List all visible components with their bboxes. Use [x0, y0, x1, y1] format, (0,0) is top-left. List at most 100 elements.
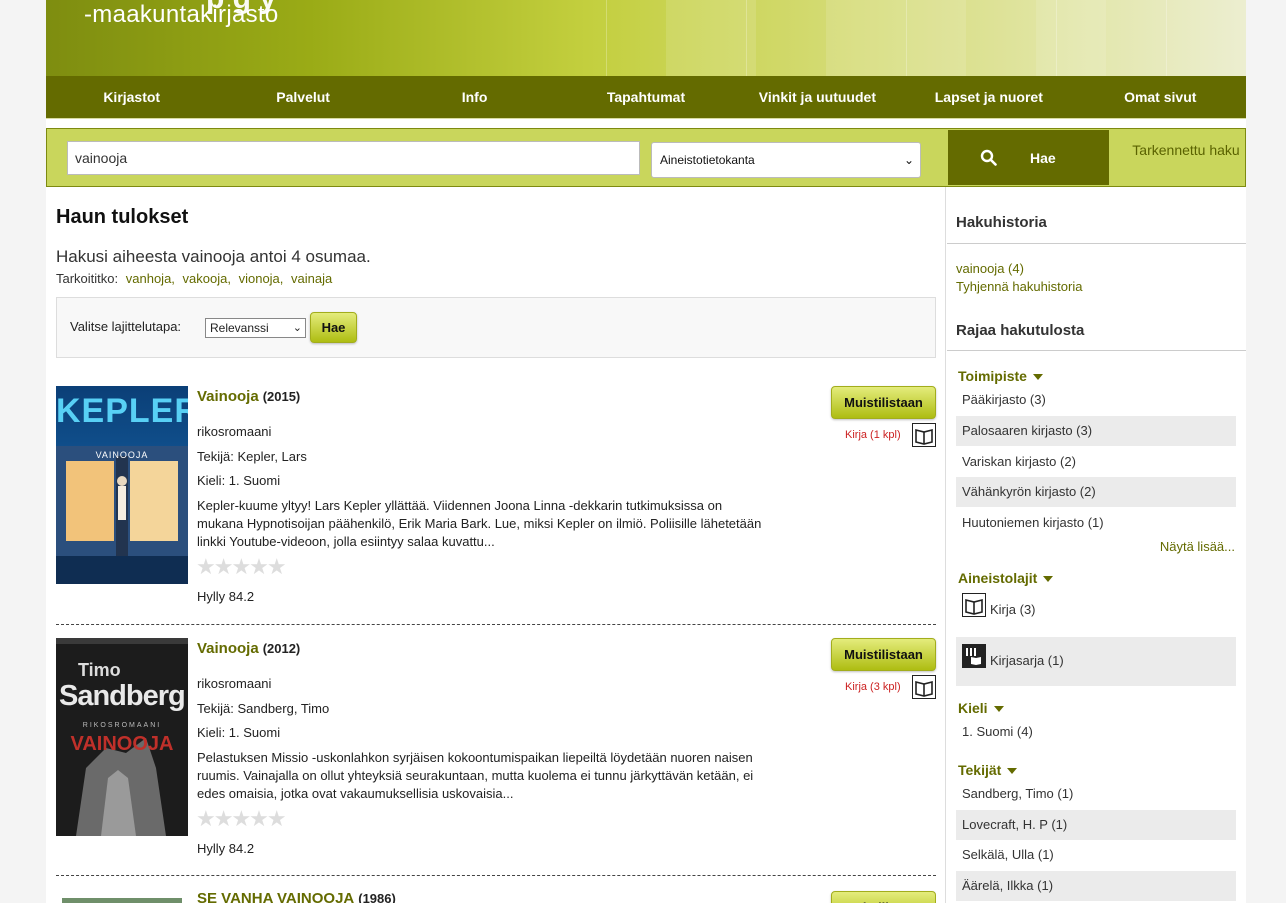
facet-toimipiste[interactable]: Toimipiste: [958, 368, 1043, 384]
suggestion-link[interactable]: vionoja,: [239, 271, 284, 286]
facet-title: Kieli: [958, 700, 988, 716]
facet-option[interactable]: Lovecraft, H. P (1): [956, 810, 1236, 840]
nav-vinkit[interactable]: Vinkit ja uutuudet: [732, 76, 903, 118]
did-you-mean-label: Tarkoititko:: [56, 271, 119, 286]
results-column: Haun tulokset Hakusi aiheesta vainooja a…: [46, 187, 946, 903]
search-button[interactable]: Hae: [948, 130, 1109, 185]
suggestion-link[interactable]: vakooja,: [183, 271, 231, 286]
nav-lapset-nuoret[interactable]: Lapset ja nuoret: [903, 76, 1074, 118]
show-more-link[interactable]: Näytä lisää...: [1160, 539, 1235, 554]
facet-tekijat[interactable]: Tekijät: [958, 762, 1018, 778]
facet-option[interactable]: Kirjasarja (1): [956, 637, 1236, 686]
sort-select[interactable]: Relevanssi ⌄: [205, 318, 306, 338]
result-title: Vainooja (2015): [197, 388, 300, 405]
site-banner: p g y -maakuntakirjasto: [46, 0, 1246, 76]
suggestion-link[interactable]: vainaja: [291, 271, 332, 286]
suggestion-link[interactable]: vanhoja,: [126, 271, 175, 286]
result-title-link[interactable]: SE VANHA VAINOOJA: [197, 890, 354, 903]
rating-stars[interactable]: ★★★★★: [196, 554, 287, 580]
facet-option[interactable]: Selkälä, Ulla (1): [956, 840, 1236, 870]
result-item: KEPLER VAINOOJA Vainooja (2015) rikosroma…: [56, 386, 936, 611]
result-author: Tekijä: Kepler, Lars: [197, 449, 307, 464]
facet-title: Aineistolajit: [958, 570, 1038, 586]
facet-option[interactable]: Kirja (3): [956, 591, 1236, 629]
page: p g y -maakuntakirjasto Kirjastot Palvel…: [46, 0, 1246, 903]
result-item: Timo Sandberg RIKOSROMAANI VAINOOJA Vain…: [56, 638, 936, 863]
caret-down-icon: [1007, 768, 1018, 775]
clear-history-link[interactable]: Tyhjennä hakuhistoria: [956, 279, 1082, 294]
nav-palvelut[interactable]: Palvelut: [217, 76, 388, 118]
book-cover[interactable]: KEPLER VAINOOJA: [56, 386, 188, 584]
cover-author-first: Timo: [78, 660, 121, 680]
result-language: Kieli: 1. Suomi: [197, 473, 281, 488]
sidebar: Hakuhistoria vainooja (4) Tyhjennä hakuh…: [947, 187, 1246, 903]
availability-link[interactable]: Kirja (3 kpl): [845, 681, 901, 693]
result-genre: rikosromaani: [197, 676, 272, 691]
cover-author: KEPLER: [56, 392, 188, 430]
cover-author-last: Sandberg: [59, 680, 186, 712]
cover-title: VAINOOJA: [70, 733, 174, 755]
result-language: Kieli: 1. Suomi: [197, 725, 281, 740]
caret-down-icon: [993, 706, 1004, 713]
add-to-list-button[interactable]: Muistilistaan: [831, 891, 936, 903]
caret-down-icon: [1032, 374, 1043, 381]
result-shelf: Hylly 84.2: [197, 841, 255, 856]
sort-button[interactable]: Hae: [310, 312, 357, 343]
facet-option-label: Kirja (3): [990, 602, 1036, 617]
result-title: Vainooja (2012): [197, 640, 300, 657]
result-title-link[interactable]: Vainooja: [197, 640, 259, 657]
result-genre: rikosromaani: [197, 424, 272, 439]
refine-heading: Rajaa hakutulosta: [956, 322, 1085, 339]
search-icon: [980, 149, 997, 166]
main-nav: Kirjastot Palvelut Info Tapahtumat Vinki…: [46, 76, 1246, 119]
rating-stars[interactable]: ★★★★★: [196, 806, 287, 832]
book-icon: [962, 593, 986, 617]
book-cover[interactable]: [56, 890, 188, 903]
page-title: Haun tulokset: [56, 206, 189, 228]
facet-option[interactable]: Äärelä, Ilkka (1): [956, 871, 1236, 901]
book-cover[interactable]: Timo Sandberg RIKOSROMAANI VAINOOJA: [56, 638, 188, 836]
result-year: (1986): [358, 891, 396, 903]
sidebar-divider: [947, 243, 1246, 244]
facet-option[interactable]: Huutoniemen kirjasto (1): [956, 508, 1236, 538]
book-icon: [912, 423, 936, 447]
database-select[interactable]: Aineistotietokanta ⌄: [651, 142, 921, 178]
book-series-icon: [962, 644, 986, 668]
facet-option[interactable]: Pääkirjasto (3): [956, 385, 1236, 415]
advanced-search-link[interactable]: Tarkennettu haku: [1119, 141, 1253, 159]
availability-link[interactable]: Kirja (1 kpl): [845, 429, 901, 441]
caret-down-icon: [1043, 576, 1054, 583]
did-you-mean: Tarkoititko: vanhoja, vakooja, vionoja, …: [56, 271, 332, 286]
facet-aineistolajit[interactable]: Aineistolajit: [958, 570, 1054, 586]
sort-select-value: Relevanssi: [210, 321, 269, 335]
history-heading: Hakuhistoria: [956, 214, 1047, 231]
add-to-list-button[interactable]: Muistilistaan: [831, 386, 936, 419]
nav-info[interactable]: Info: [389, 76, 560, 118]
add-to-list-button[interactable]: Muistilistaan: [831, 638, 936, 671]
facet-option[interactable]: Vähänkyrön kirjasto (2): [956, 477, 1236, 507]
result-title-link[interactable]: Vainooja: [197, 388, 259, 405]
facet-option-label: Kirjasarja (1): [990, 653, 1064, 668]
history-item-link[interactable]: vainooja (4): [956, 261, 1024, 276]
sidebar-divider: [947, 350, 1246, 351]
search-input[interactable]: vainooja: [67, 141, 640, 175]
facet-option[interactable]: Sandberg, Timo (1): [956, 779, 1236, 809]
cover-title: VAINOOJA: [95, 450, 149, 460]
sort-label: Valitse lajittelutapa:: [70, 319, 182, 334]
result-year: (2012): [262, 641, 301, 656]
sort-panel: Valitse lajittelutapa: Relevanssi ⌄ Hae: [56, 297, 936, 358]
facet-option[interactable]: 1. Suomi (4): [956, 717, 1236, 747]
result-year: (2015): [262, 389, 301, 404]
result-shelf: Hylly 84.2: [197, 589, 255, 604]
site-subtitle: -maakuntakirjasto: [84, 1, 279, 28]
book-icon: [912, 675, 936, 699]
search-bar: vainooja Aineistotietokanta ⌄ Hae Tarken…: [46, 128, 1246, 187]
result-author: Tekijä: Sandberg, Timo: [197, 701, 330, 716]
nav-kirjastot[interactable]: Kirjastot: [46, 76, 217, 118]
nav-tapahtumat[interactable]: Tapahtumat: [560, 76, 731, 118]
cover-subtitle: RIKOSROMAANI: [82, 722, 162, 729]
facet-kieli[interactable]: Kieli: [958, 700, 1004, 716]
facet-option[interactable]: Variskan kirjasto (2): [956, 447, 1236, 477]
facet-option[interactable]: Palosaaren kirjasto (3): [956, 416, 1236, 446]
nav-omat-sivut[interactable]: Omat sivut: [1075, 76, 1246, 118]
